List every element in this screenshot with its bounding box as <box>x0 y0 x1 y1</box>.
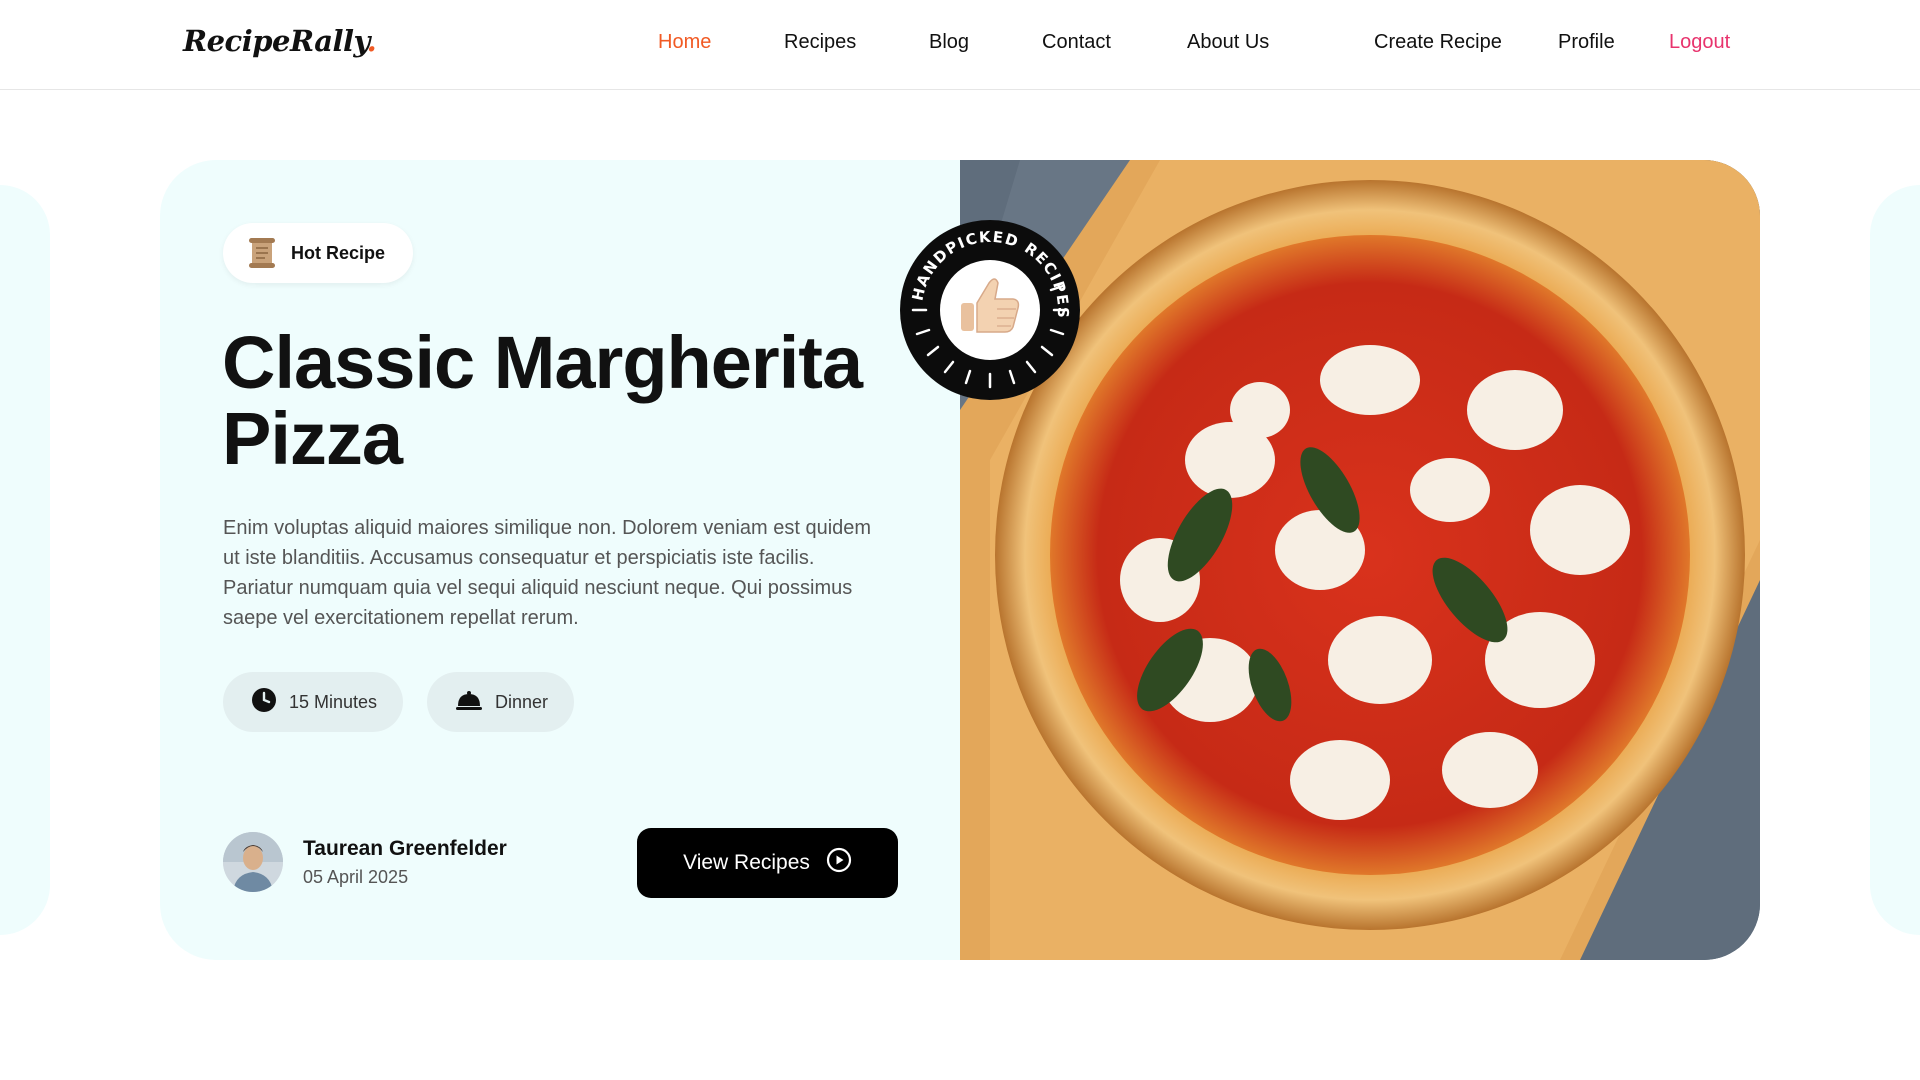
nav-contact[interactable]: Contact <box>1042 31 1111 54</box>
recipe-description: Enim voluptas aliquid maiores similique … <box>223 517 872 629</box>
recipe-title: Classic Margherita Pizza <box>222 321 863 480</box>
author-block: Taurean Greenfelder 05 April 2025 <box>223 832 507 892</box>
site-header: RecipeRally. Home Recipes Blog Contact A… <box>0 0 1920 90</box>
meal-type-chip: Dinner <box>427 672 575 732</box>
nav-home[interactable]: Home <box>658 31 711 54</box>
nav-recipes[interactable]: Recipes <box>784 31 856 54</box>
nav-profile[interactable]: Profile <box>1558 31 1615 54</box>
view-recipes-button[interactable]: View Recipes <box>637 828 898 898</box>
previous-slide-peek[interactable] <box>0 185 50 935</box>
cloche-icon <box>455 688 483 717</box>
author-name[interactable]: Taurean Greenfelder <box>303 837 507 861</box>
cook-time-chip: 15 Minutes <box>223 672 404 732</box>
nav-create-recipe[interactable]: Create Recipe <box>1374 31 1502 54</box>
author-avatar[interactable] <box>223 832 283 892</box>
cook-time-label: 15 Minutes <box>289 691 378 712</box>
view-recipes-label: View Recipes <box>683 851 810 874</box>
hot-recipe-label: Hot Recipe <box>291 242 386 263</box>
nav-blog[interactable]: Blog <box>929 31 969 54</box>
meal-type-label: Dinner <box>495 691 549 712</box>
publish-date: 05 April 2025 <box>303 866 409 887</box>
main-nav: Home Recipes Blog Contact About Us Creat… <box>0 31 1920 61</box>
nav-about-us[interactable]: About Us <box>1187 31 1269 54</box>
nav-logout[interactable]: Logout <box>1669 31 1730 54</box>
hero-content: Hot Recipe Classic Margherita Pizza Enim… <box>160 160 960 960</box>
next-slide-peek[interactable] <box>1870 185 1920 935</box>
hot-recipe-badge: Hot Recipe <box>223 223 414 283</box>
clock-icon <box>251 687 277 718</box>
play-circle-icon <box>826 847 852 879</box>
scroll-icon <box>247 237 277 269</box>
handpicked-recipes-stamp: HANDPICKED RECIPES <box>899 219 1081 401</box>
